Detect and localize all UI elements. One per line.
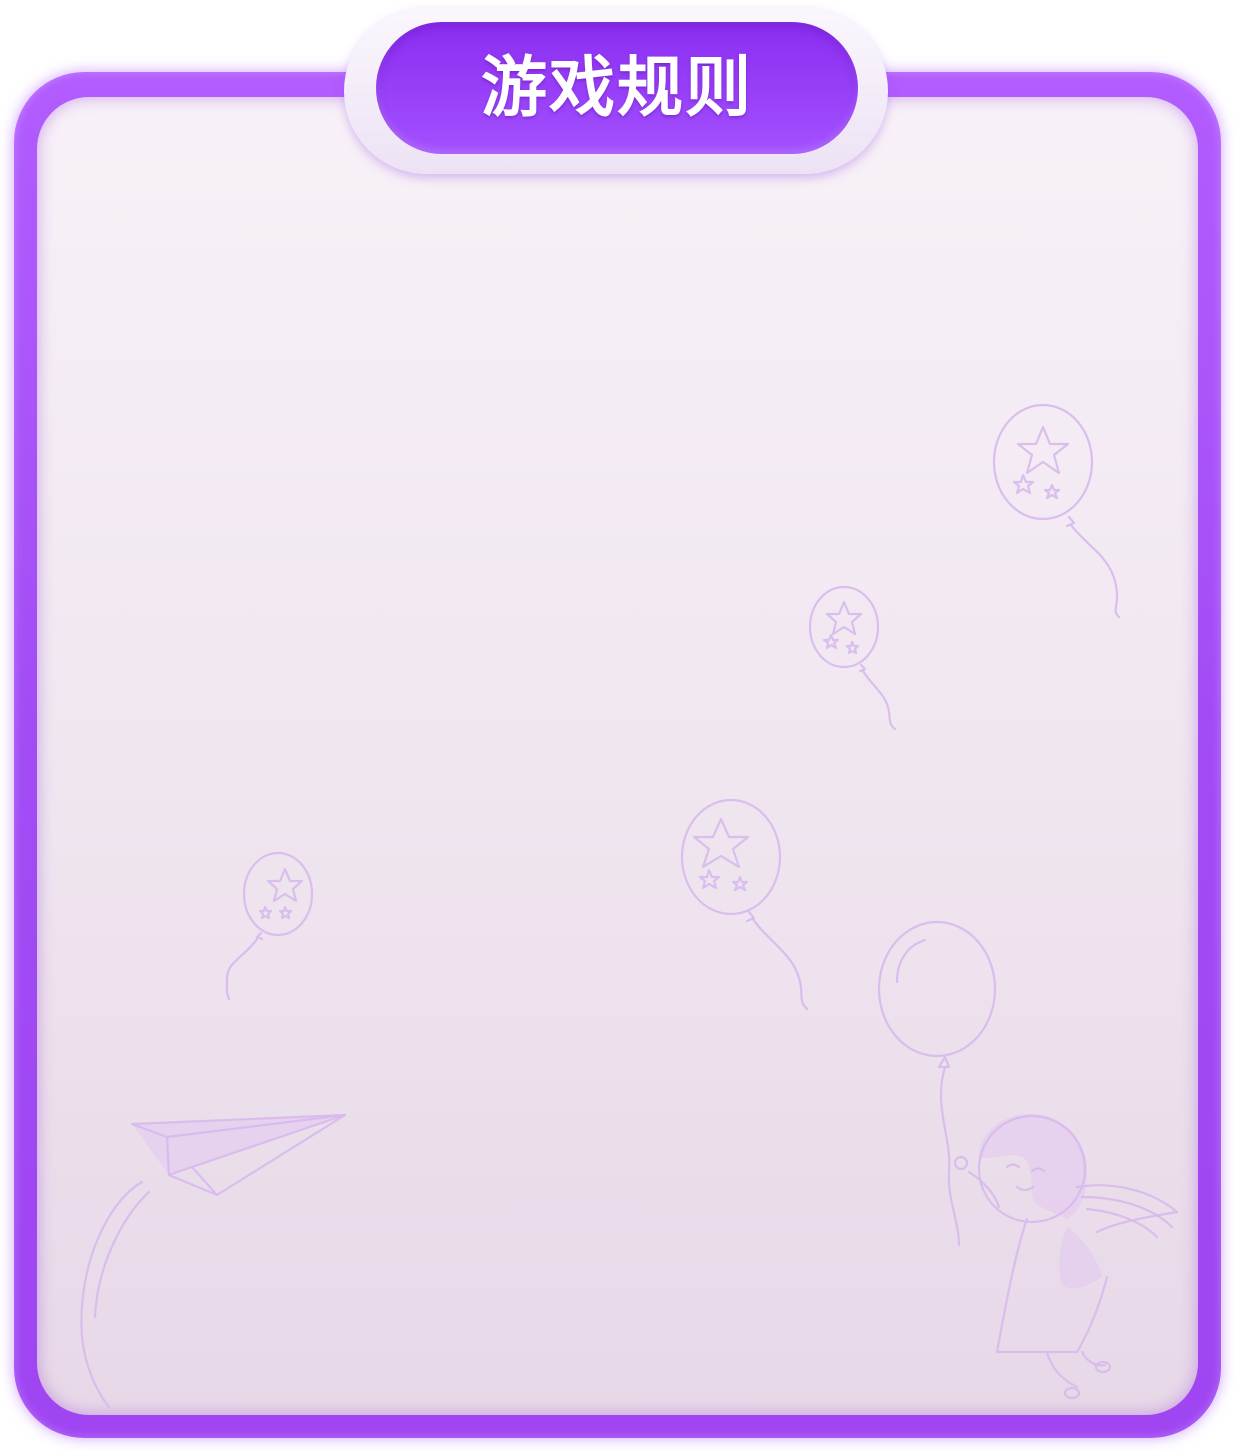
rules-dialog: 游戏规则 — [0, 0, 1235, 1451]
paper-plane-icon — [80, 1113, 347, 1409]
star-balloon-icon — [680, 798, 809, 1011]
star-balloon-icon — [225, 851, 314, 1001]
balloon-icon — [877, 920, 997, 1247]
rules-content-panel[interactable] — [37, 97, 1198, 1415]
background-doodles — [80, 403, 1179, 1409]
star-balloon-icon — [992, 403, 1121, 619]
girl-illustration-icon — [953, 1113, 1179, 1400]
title-pill: 游戏规则 — [376, 22, 858, 154]
star-balloon-icon — [808, 585, 897, 731]
dialog-title: 游戏规则 — [481, 49, 753, 126]
